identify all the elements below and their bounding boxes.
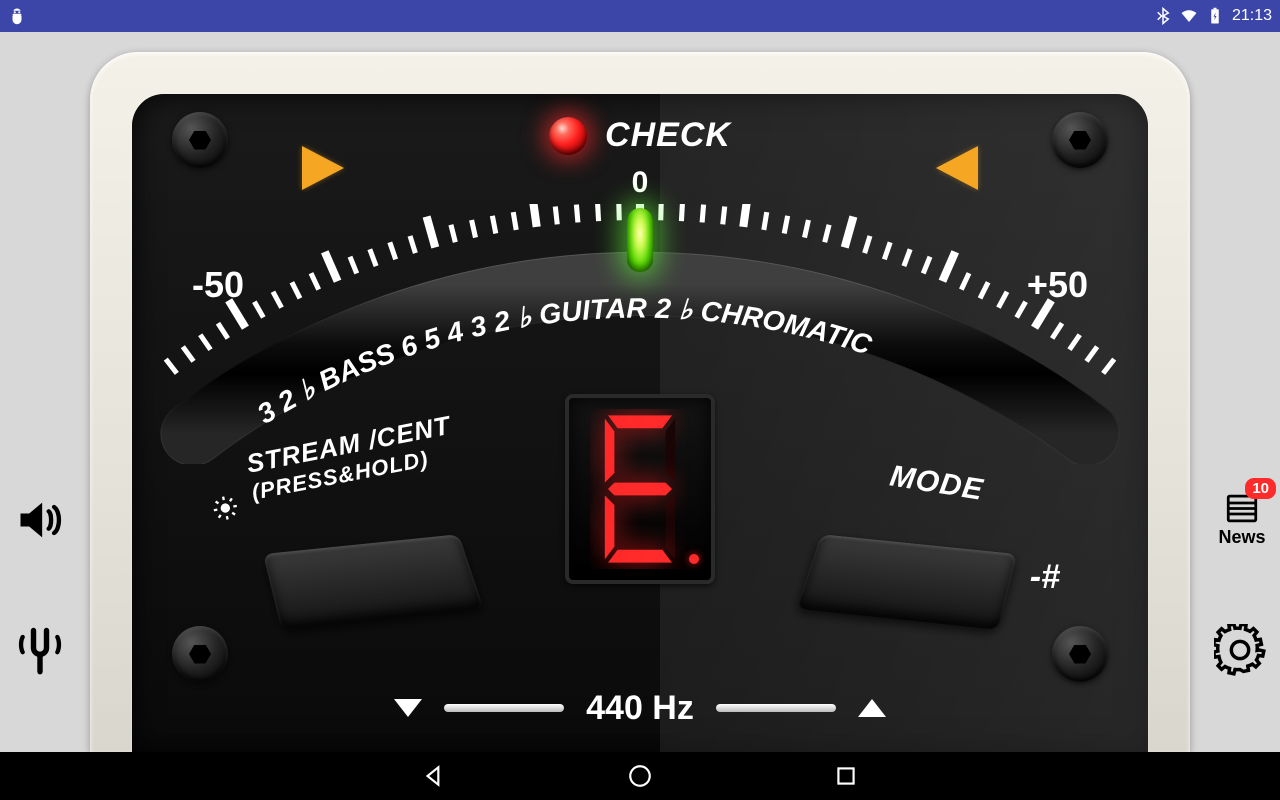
check-indicator: CHECK	[549, 116, 731, 155]
news-button[interactable]: News 10	[1214, 492, 1270, 548]
hz-up-button[interactable]	[858, 699, 886, 717]
news-label: News	[1218, 527, 1265, 548]
app-content: News 10 CHECK 0 -50 +50	[0, 32, 1280, 752]
back-button[interactable]	[421, 763, 447, 789]
screw-icon	[1052, 626, 1108, 682]
accidental-label: -#	[1030, 558, 1060, 597]
seg-f	[605, 419, 615, 483]
news-badge: 10	[1245, 478, 1276, 499]
screw-icon	[172, 112, 228, 168]
note-display	[565, 394, 715, 584]
tuner-panel: CHECK 0 -50 +50	[132, 94, 1148, 752]
screw-icon	[1052, 112, 1108, 168]
wifi-icon	[1180, 7, 1198, 25]
screw-icon	[172, 626, 228, 682]
seg-b	[666, 419, 676, 483]
seg-dot-icon	[689, 554, 699, 564]
seg-g	[608, 483, 672, 496]
tuning-fork-icon[interactable]	[12, 622, 68, 678]
clock: 21:13	[1232, 7, 1272, 25]
reference-pitch-row: 440 Hz	[132, 678, 1148, 738]
seg-e	[605, 495, 615, 559]
bluetooth-icon	[1154, 7, 1172, 25]
tuner-bezel: CHECK 0 -50 +50	[90, 52, 1190, 752]
hz-track	[716, 704, 836, 712]
battery-charging-icon	[1206, 7, 1224, 25]
hz-down-button[interactable]	[394, 699, 422, 717]
home-button[interactable]	[627, 763, 653, 789]
flat-arrow-icon	[302, 146, 344, 190]
tuning-indicator-led	[627, 208, 653, 272]
seg-c	[666, 495, 676, 559]
check-label: CHECK	[605, 116, 731, 155]
reference-hz: 440 Hz	[586, 689, 694, 728]
led-red-icon	[549, 117, 587, 155]
mode-label: MODE	[887, 460, 985, 508]
stream-cent-button[interactable]	[263, 534, 484, 630]
zero-cent-label: 0	[632, 166, 649, 200]
android-status-bar: 21:13	[0, 0, 1280, 32]
recents-button[interactable]	[833, 763, 859, 789]
android-debug-icon	[8, 7, 26, 25]
sharp-arrow-icon	[936, 146, 978, 190]
seg-d	[608, 550, 672, 563]
mode-button[interactable]	[796, 534, 1017, 630]
android-nav-bar	[0, 752, 1280, 800]
speaker-icon[interactable]	[12, 492, 68, 548]
seg-a	[608, 415, 672, 428]
settings-button[interactable]	[1212, 622, 1268, 678]
hz-track	[444, 704, 564, 712]
brightness-icon	[209, 492, 243, 532]
